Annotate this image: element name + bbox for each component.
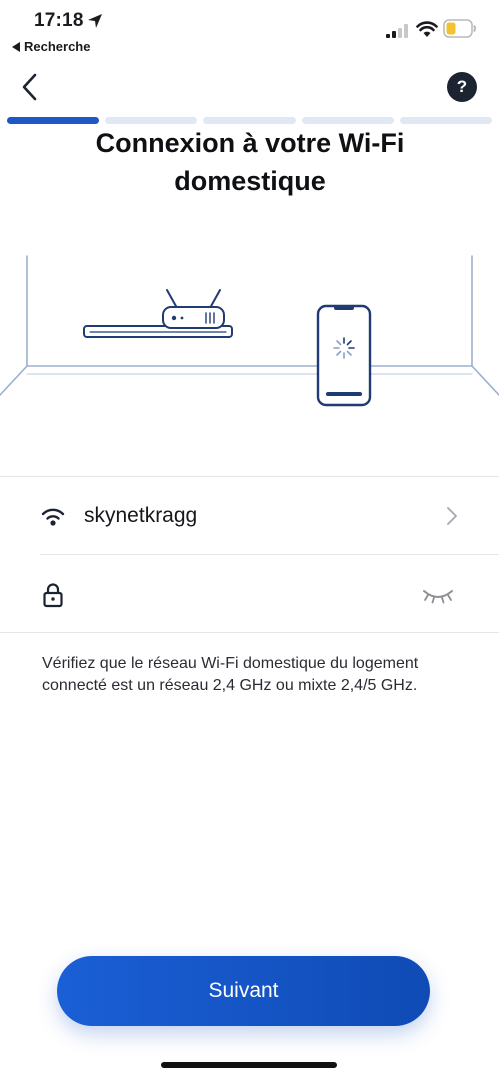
eye-closed-icon[interactable] <box>420 584 456 606</box>
back-to-app-link[interactable]: Recherche <box>12 39 90 54</box>
cellular-signal-icon <box>386 24 408 38</box>
back-triangle-icon <box>12 41 20 52</box>
progress-step-2 <box>105 117 198 124</box>
help-button[interactable]: ? <box>447 72 477 102</box>
chevron-right-icon <box>447 507 457 525</box>
wifi-icon <box>41 508 65 526</box>
chevron-left-icon <box>22 73 37 101</box>
lock-icon <box>43 583 63 608</box>
progress-step-1 <box>7 117 100 124</box>
progress-step-3 <box>203 117 296 124</box>
password-input[interactable] <box>84 575 404 615</box>
location-arrow-icon <box>88 14 102 28</box>
password-row <box>0 556 499 634</box>
progress-step-5 <box>399 117 493 124</box>
status-bar: 17:18 Recherche <box>0 0 499 62</box>
next-button[interactable]: Suivant <box>57 956 430 1026</box>
back-app-label: Recherche <box>24 39 91 54</box>
back-button[interactable] <box>14 70 46 104</box>
network-ssid: skynetkragg <box>84 504 198 527</box>
status-time: 17:18 <box>34 10 84 31</box>
network-selector-row[interactable]: skynetkragg <box>0 477 499 555</box>
router-phone-illustration <box>0 255 499 407</box>
network-requirement-text: Vérifiez que le réseau Wi-Fi domestique … <box>42 655 419 694</box>
page-title: Connexion à votre Wi-Fi domestique <box>95 128 405 196</box>
home-indicator <box>161 1062 337 1068</box>
battery-icon <box>443 19 476 38</box>
wifi-status-icon <box>416 21 438 37</box>
progress-step-4 <box>301 117 394 124</box>
